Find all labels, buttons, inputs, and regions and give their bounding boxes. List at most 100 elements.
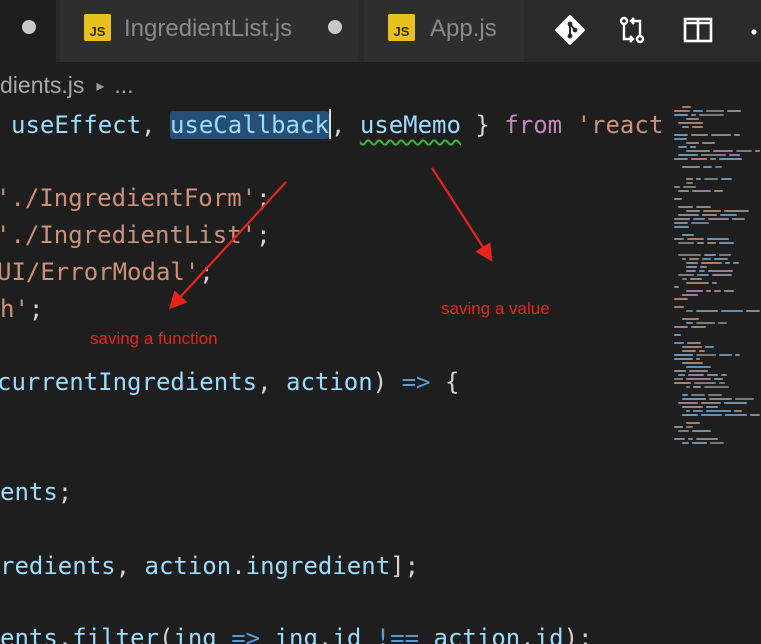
split-editor-icon[interactable]	[680, 12, 716, 48]
minimap-line	[691, 222, 709, 224]
token: ;	[28, 295, 44, 323]
tab-app[interactable]: JS App.js	[364, 0, 524, 62]
token: from	[504, 111, 563, 139]
minimap-line	[735, 354, 740, 356]
minimap-line	[674, 198, 682, 200]
minimap-line	[719, 242, 734, 244]
minimap-line	[687, 238, 704, 240]
minimap-line	[746, 310, 760, 312]
breadcrumb-symbol[interactable]: ...	[114, 72, 133, 99]
compare-changes-icon[interactable]	[614, 12, 650, 48]
js-file-icon: JS	[84, 14, 111, 41]
minimap-line	[674, 298, 688, 300]
minimap-line	[674, 186, 680, 188]
token: id	[534, 624, 564, 644]
minimap-line	[720, 214, 737, 216]
minimap-line	[736, 150, 752, 152]
minimap-line	[729, 154, 740, 156]
token: ents	[0, 478, 58, 506]
minimap-line	[682, 350, 696, 352]
minimap-line	[693, 110, 703, 112]
minimap-line	[725, 262, 730, 264]
minimap-line	[718, 322, 727, 324]
minimap-line	[689, 258, 699, 260]
minimap-line	[686, 426, 693, 428]
minimap-line	[706, 406, 718, 408]
minimap-line	[734, 134, 740, 136]
minimap-line	[708, 218, 729, 220]
minimap-line	[696, 358, 700, 360]
minimap-line	[724, 290, 734, 292]
minimap-line	[691, 394, 705, 396]
minimap-line	[712, 274, 732, 276]
minimap-line	[703, 210, 721, 212]
tab-previous[interactable]	[0, 0, 56, 62]
token: .	[520, 624, 535, 644]
minimap-line	[702, 142, 715, 144]
minimap-line	[688, 374, 704, 376]
minimap-line	[708, 270, 733, 272]
code-line: UI/ErrorModal';	[0, 254, 214, 290]
tab-ingredientlist[interactable]: JS IngredientList.js	[60, 0, 358, 62]
token: ,	[115, 552, 145, 580]
token: ,	[330, 111, 360, 139]
minimap-line	[727, 110, 741, 112]
unsaved-dot-icon[interactable]	[328, 20, 342, 34]
minimap-line	[704, 386, 729, 388]
minimap-line	[696, 178, 701, 180]
minimap-line	[686, 322, 693, 324]
more-icon[interactable]	[746, 12, 761, 48]
token: ;	[199, 258, 214, 286]
minimap-line	[682, 406, 703, 408]
token: !==	[361, 624, 434, 644]
token: './IngredientList'	[0, 221, 257, 249]
token: action	[433, 624, 521, 644]
minimap-line	[734, 410, 742, 412]
minimap-line	[682, 278, 687, 280]
token: useEffect	[11, 111, 142, 139]
minimap-line	[702, 214, 717, 216]
minimap-line	[674, 306, 684, 308]
token: );	[563, 624, 593, 644]
token: ];	[390, 552, 420, 580]
minimap-line	[674, 138, 687, 140]
git-icon[interactable]	[552, 12, 588, 48]
minimap-line	[713, 150, 733, 152]
minimap-line	[682, 166, 700, 168]
warning-token: useMemo	[359, 111, 461, 139]
minimap-line	[696, 354, 716, 356]
code-line: ents;	[0, 474, 72, 510]
minimap-line	[689, 370, 708, 372]
minimap-line	[678, 242, 694, 244]
minimap-line	[692, 126, 703, 128]
minimap-line	[714, 258, 728, 260]
minimap-line	[682, 294, 698, 296]
minimap-line	[693, 218, 705, 220]
code-line: './IngredientForm';	[0, 180, 271, 216]
minimap-line	[686, 142, 699, 144]
minimap-line	[705, 346, 714, 348]
minimap-line	[686, 270, 696, 272]
tab-label: App.js	[430, 15, 497, 42]
token: UI/ErrorModal'	[0, 258, 200, 286]
token: action	[144, 552, 232, 580]
token: ,	[257, 368, 286, 396]
minimap[interactable]	[670, 100, 761, 450]
breadcrumb-file[interactable]: dients.js	[0, 72, 84, 99]
breadcrumb: dients.js ▸ ...	[0, 72, 134, 99]
minimap-line	[690, 278, 702, 280]
code-editor[interactable]: useEffect, useCallback, useMemo } from '…	[0, 100, 670, 644]
token: './IngredientForm'	[0, 184, 257, 212]
token: ing	[274, 624, 318, 644]
minimap-line	[682, 318, 699, 320]
token: 'react	[562, 111, 664, 139]
minimap-line	[712, 282, 717, 284]
unsaved-dot-icon	[22, 20, 36, 34]
code-line: useEffect, useCallback, useMemo } from '…	[11, 107, 663, 143]
code-line: h';	[0, 291, 43, 327]
minimap-line	[696, 310, 718, 312]
token: redients	[0, 552, 116, 580]
token: {	[430, 368, 460, 396]
minimap-line	[706, 410, 731, 412]
minimap-line	[678, 190, 689, 192]
